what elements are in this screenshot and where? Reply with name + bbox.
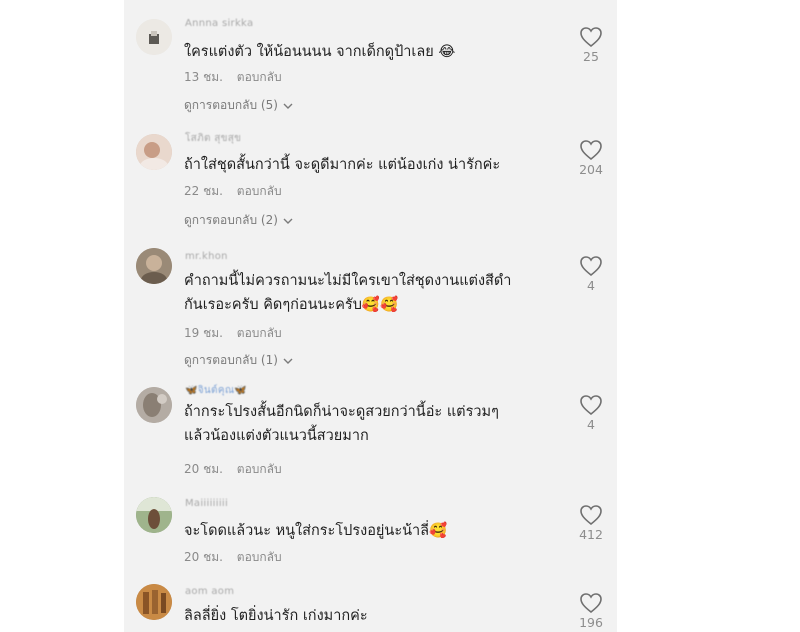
comment-username[interactable]: โสภิต สุขสุข bbox=[185, 131, 241, 146]
heart-outline-icon bbox=[580, 140, 602, 161]
heart-outline-icon bbox=[580, 505, 602, 526]
like-button[interactable]: 4 bbox=[571, 394, 611, 432]
comment-username[interactable]: aom aom bbox=[185, 586, 234, 597]
comment-meta: 13 ชม. ตอบกลับ bbox=[184, 68, 282, 87]
comment-meta: 19 ชม. ตอบกลับ bbox=[184, 324, 282, 343]
comment-text-line: แล้วน้องแต่งตัวแนวนี้สวยมาก bbox=[184, 428, 369, 444]
like-count: 196 bbox=[579, 615, 603, 630]
reply-button[interactable]: ตอบกลับ bbox=[237, 550, 282, 564]
like-button[interactable]: 4 bbox=[571, 255, 611, 293]
chevron-down-icon bbox=[283, 218, 293, 224]
view-replies-button[interactable]: ดูการตอบกลับ (5) bbox=[184, 96, 294, 115]
reply-button[interactable]: ตอบกลับ bbox=[237, 462, 282, 476]
heart-outline-icon bbox=[580, 593, 602, 614]
like-count: 25 bbox=[583, 49, 599, 64]
reply-button[interactable]: ตอบกลับ bbox=[237, 326, 282, 340]
heart-outline-icon bbox=[580, 395, 602, 416]
like-count: 4 bbox=[587, 278, 595, 293]
comment-item: Maiiiiiiiii จะโดดแล้วนะ หนูใส่กระโปรงอยู… bbox=[124, 492, 617, 577]
comment-time: 20 ชม. bbox=[184, 462, 223, 476]
view-replies-button[interactable]: ดูการตอบกลับ (2) bbox=[184, 211, 294, 230]
comment-username[interactable]: mr.khon bbox=[185, 251, 228, 262]
view-replies-label: ดูการตอบกลับ (2) bbox=[184, 213, 278, 227]
comment-text: ถ้าใส่ชุดสั้นกว่านี้ จะดูดีมากค่ะ แต่น้อ… bbox=[184, 153, 564, 177]
heart-outline-icon bbox=[580, 27, 602, 48]
avatar[interactable] bbox=[136, 497, 172, 533]
comment-time: 13 ชม. bbox=[184, 70, 223, 84]
comment-item: 🦋จินต์คุณ🦋 ถ้ากระโปรงสั้นอีกนิดก็น่าจะดู… bbox=[124, 377, 617, 492]
avatar[interactable] bbox=[136, 134, 172, 170]
comment-text-line: ถ้าใส่ชุดสั้นกว่านี้ จะดูดีมากค่ะ แต่น้อ… bbox=[184, 157, 501, 173]
avatar[interactable] bbox=[136, 584, 172, 620]
comment-time: 22 ชม. bbox=[184, 184, 223, 198]
avatar[interactable] bbox=[136, 19, 172, 55]
comment-time: 19 ชม. bbox=[184, 326, 223, 340]
reply-button[interactable]: ตอบกลับ bbox=[237, 184, 282, 198]
comment-text: ถ้ากระโปรงสั้นอีกนิดก็น่าจะดูสวยกว่านี้อ… bbox=[184, 400, 564, 448]
reply-button[interactable]: ตอบกลับ bbox=[237, 70, 282, 84]
comments-panel: Annna sirkka ใครแต่งตัว ให้น้อนนนน จากเด… bbox=[124, 0, 617, 632]
heart-outline-icon bbox=[580, 256, 602, 277]
comment-text: ใครแต่งตัว ให้น้อนนนน จากเด็กดูป้าเลย 😂 bbox=[184, 40, 564, 64]
view-replies-label: ดูการตอบกลับ (1) bbox=[184, 353, 278, 367]
comment-text-line: ลิลลี่ยิ่ง โตยิ่งน่ารัก เก่งมากค่ะ bbox=[184, 608, 368, 624]
comment-item: Annna sirkka ใครแต่งตัว ให้น้อนนนน จากเด… bbox=[124, 0, 617, 125]
comment-username[interactable]: Annna sirkka bbox=[185, 18, 253, 29]
like-button[interactable]: 25 bbox=[571, 26, 611, 64]
like-count: 412 bbox=[579, 527, 603, 542]
like-button[interactable]: 412 bbox=[571, 504, 611, 542]
comment-username[interactable]: 🦋จินต์คุณ🦋 bbox=[185, 383, 247, 398]
avatar[interactable] bbox=[136, 387, 172, 423]
comment-text: จะโดดแล้วนะ หนูใส่กระโปรงอยู่นะน้าลี่🥰 bbox=[184, 519, 564, 543]
comment-meta: 20 ชม. ตอบกลับ bbox=[184, 460, 282, 479]
comment-text-line: คำถามนี้ไม่ควรถามนะไม่มีใครเขาใส่ชุดงานแ… bbox=[184, 273, 512, 289]
like-button[interactable]: 204 bbox=[571, 139, 611, 177]
comment-text: ลิลลี่ยิ่ง โตยิ่งน่ารัก เก่งมากค่ะ bbox=[184, 604, 564, 628]
comment-meta: 22 ชม. ตอบกลับ bbox=[184, 182, 282, 201]
view-replies-button[interactable]: ดูการตอบกลับ (1) bbox=[184, 351, 294, 370]
chevron-down-icon bbox=[283, 358, 293, 364]
comment-item: mr.khon คำถามนี้ไม่ควรถามนะไม่มีใครเขาใส… bbox=[124, 237, 617, 377]
comment-text-line: ใครแต่งตัว ให้น้อนนนน จากเด็กดูป้าเลย 😂 bbox=[184, 44, 456, 60]
view-replies-label: ดูการตอบกลับ (5) bbox=[184, 98, 278, 112]
comment-item: โสภิต สุขสุข ถ้าใส่ชุดสั้นกว่านี้ จะดูดี… bbox=[124, 125, 617, 237]
like-button[interactable]: 196 bbox=[571, 592, 611, 630]
comment-text-line: จะโดดแล้วนะ หนูใส่กระโปรงอยู่นะน้าลี่🥰 bbox=[184, 523, 448, 539]
like-count: 4 bbox=[587, 417, 595, 432]
comment-time: 20 ชม. bbox=[184, 550, 223, 564]
comment-item: aom aom ลิลลี่ยิ่ง โตยิ่งน่ารัก เก่งมากค… bbox=[124, 577, 617, 632]
like-count: 204 bbox=[579, 162, 603, 177]
chevron-down-icon bbox=[283, 103, 293, 109]
comment-text: คำถามนี้ไม่ควรถามนะไม่มีใครเขาใส่ชุดงานแ… bbox=[184, 269, 564, 317]
comment-text-line: ถ้ากระโปรงสั้นอีกนิดก็น่าจะดูสวยกว่านี้อ… bbox=[184, 404, 499, 420]
comment-text-line: กันเรอะครับ คิดๆก่อนนะครับ🥰🥰 bbox=[184, 297, 399, 313]
comment-username[interactable]: Maiiiiiiiii bbox=[185, 498, 228, 509]
avatar[interactable] bbox=[136, 248, 172, 284]
comment-meta: 20 ชม. ตอบกลับ bbox=[184, 548, 282, 567]
